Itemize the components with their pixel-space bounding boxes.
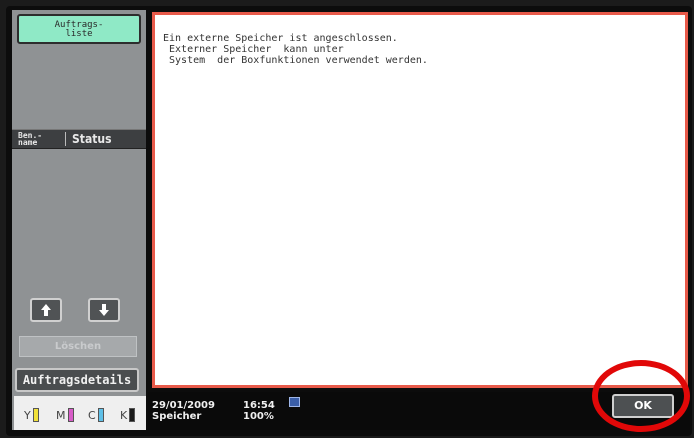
message-text: Ein externe Speicher ist angeschlossen. … [163, 33, 428, 66]
toner-bar [129, 408, 136, 422]
date-display: 29/01/2009 [152, 400, 215, 411]
network-icon [289, 397, 300, 407]
toner-black: K [120, 408, 136, 422]
column-divider [65, 132, 66, 146]
user-name-column[interactable]: Ben.- name [18, 132, 66, 147]
toner-label: M [56, 409, 66, 422]
job-list-button[interactable]: Auftrags- liste [17, 14, 141, 44]
toner-levels: Y M C K [14, 396, 146, 430]
toner-yellow: Y [24, 408, 39, 422]
message-line: System der Boxfunktionen verwendet werde… [163, 55, 428, 66]
toner-bar [97, 408, 104, 422]
status-column[interactable]: Status [72, 133, 112, 145]
arrow-up-icon [41, 304, 51, 316]
memory-value: 100% [243, 411, 274, 422]
message-line: Externer Speicher kann unter [163, 44, 344, 55]
toner-label: C [88, 409, 96, 422]
toner-bar [32, 408, 39, 422]
scroll-up-button[interactable] [30, 298, 62, 322]
job-details-button[interactable]: Auftragsdetails [15, 368, 139, 392]
job-list-header: Ben.- name Status [12, 129, 146, 149]
toner-magenta: M [56, 408, 74, 422]
toner-label: K [120, 409, 128, 422]
message-dialog: Ein externe Speicher ist angeschlossen. … [152, 12, 688, 388]
delete-button[interactable]: Löschen [19, 336, 137, 357]
arrow-down-icon [99, 304, 109, 316]
job-list-panel [12, 10, 146, 430]
toner-cyan: C [88, 408, 104, 422]
memory-label: Speicher [152, 411, 202, 422]
time-display: 16:54 [243, 400, 275, 411]
toner-bar [67, 408, 74, 422]
highlight-circle [592, 360, 690, 432]
scroll-down-button[interactable] [88, 298, 120, 322]
toner-label: Y [24, 409, 31, 422]
message-line: Ein externe Speicher ist angeschlossen. [163, 33, 398, 44]
